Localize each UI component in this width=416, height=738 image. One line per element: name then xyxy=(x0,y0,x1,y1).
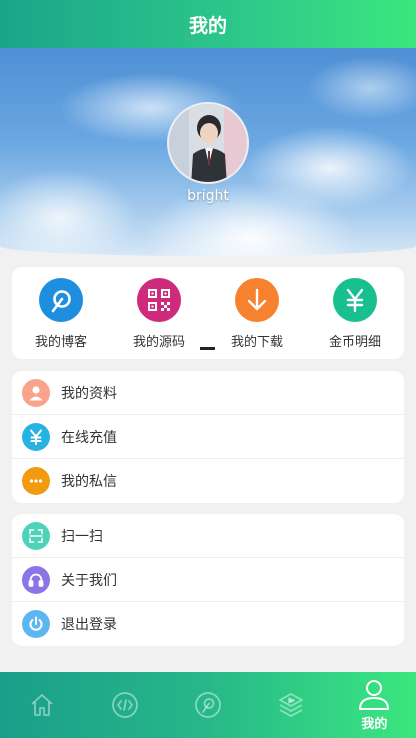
layers-icon xyxy=(279,693,304,717)
menu-group-2: 扫一扫 关于我们 退出登录 xyxy=(12,514,404,646)
tab-blog[interactable] xyxy=(166,672,249,738)
yen-icon xyxy=(22,422,50,451)
tab-layers[interactable] xyxy=(250,672,333,738)
quick-action-label: 我的源码 xyxy=(132,335,185,350)
quick-actions: 我的博客 我的源码 我的下载 金币明细 xyxy=(12,267,404,359)
home-icon xyxy=(30,694,53,716)
chat-icon xyxy=(22,467,50,495)
text-cursor xyxy=(200,347,215,350)
page-header: 我的 xyxy=(0,0,416,48)
user-icon xyxy=(359,679,390,710)
avatar[interactable] xyxy=(167,102,249,184)
menu-item-label: 在线充值 xyxy=(61,429,117,446)
menu-item-label: 关于我们 xyxy=(61,572,117,589)
qrcode-icon xyxy=(137,278,181,322)
tab-home[interactable] xyxy=(0,672,83,738)
username: bright xyxy=(187,188,229,204)
quick-action-download[interactable]: 我的下载 xyxy=(208,267,306,359)
menu-item-messages[interactable]: 我的私信 xyxy=(12,459,404,503)
page-title: 我的 xyxy=(188,14,227,37)
headset-icon xyxy=(22,565,50,594)
quick-action-blog[interactable]: 我的博客 xyxy=(12,267,110,359)
menu-item-label: 我的资料 xyxy=(61,385,117,402)
blog-icon xyxy=(195,692,221,718)
download-icon xyxy=(235,278,279,322)
menu-group-1: 我的资料 在线充值 我的私信 xyxy=(12,371,404,503)
quick-action-source[interactable]: 我的源码 xyxy=(110,267,208,359)
menu-item-label: 扫一扫 xyxy=(61,528,103,545)
menu-item-label: 退出登录 xyxy=(61,617,117,633)
quick-action-label: 我的下载 xyxy=(230,335,283,350)
menu-item-scan[interactable]: 扫一扫 xyxy=(12,514,404,558)
quick-action-label: 金币明细 xyxy=(328,335,381,350)
menu-item-recharge[interactable]: 在线充值 xyxy=(12,415,404,459)
yen-icon xyxy=(333,278,377,322)
bottom-tab-bar: 我的 xyxy=(0,672,416,738)
tab-code[interactable] xyxy=(83,672,166,738)
scan-icon xyxy=(22,521,50,550)
profile-banner: bright xyxy=(0,48,416,256)
quick-action-label: 我的博客 xyxy=(34,335,87,350)
tab-label: 我的 xyxy=(361,716,388,732)
menu-item-profile[interactable]: 我的资料 xyxy=(12,371,404,415)
menu-item-logout[interactable]: 退出登录 xyxy=(12,602,404,646)
blog-icon xyxy=(39,278,83,322)
code-icon xyxy=(111,692,138,718)
user-icon xyxy=(22,378,50,407)
tab-mine[interactable]: 我的 xyxy=(333,672,416,738)
power-icon xyxy=(22,610,50,638)
menu-item-about[interactable]: 关于我们 xyxy=(12,558,404,602)
menu-item-label: 我的私信 xyxy=(61,474,117,490)
quick-action-coins[interactable]: 金币明细 xyxy=(306,267,404,359)
